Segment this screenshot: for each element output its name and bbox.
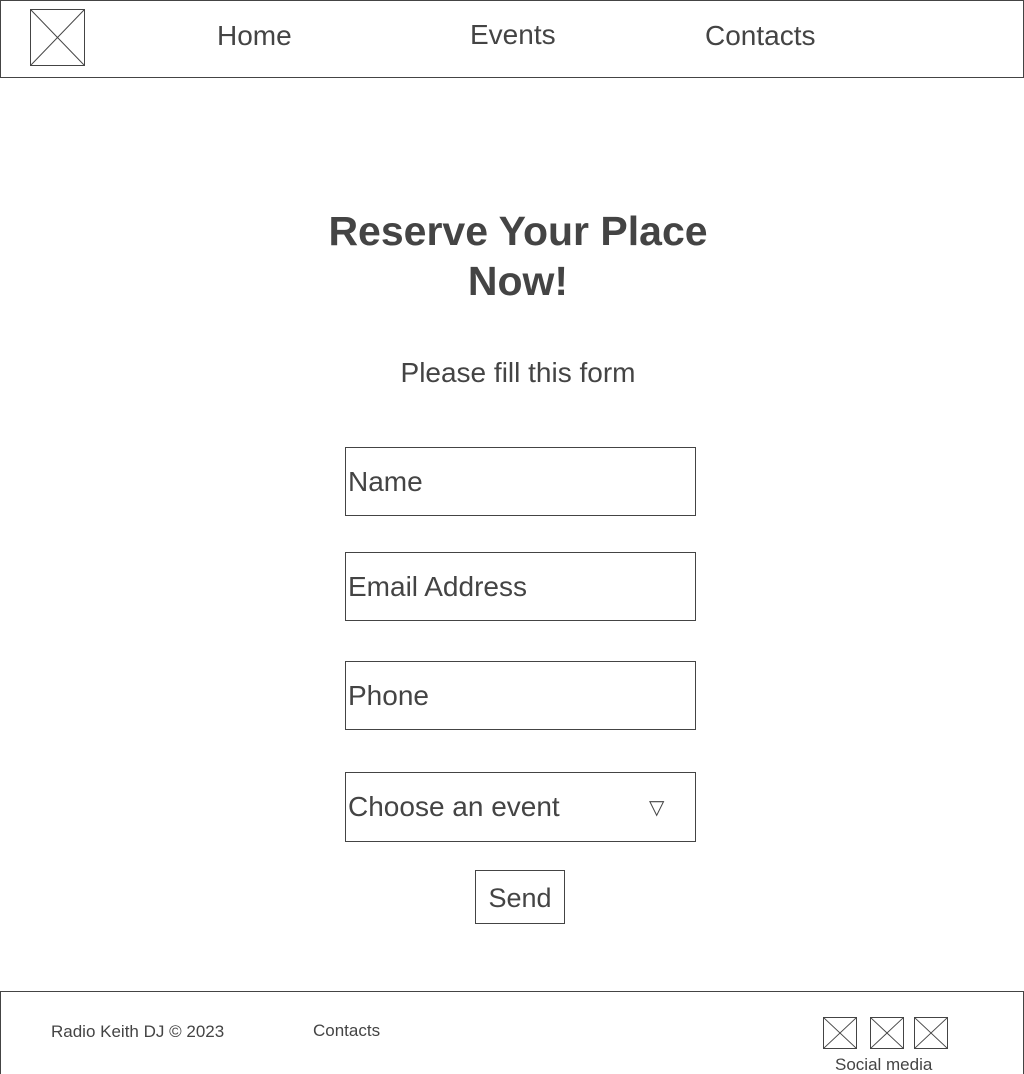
header-bar: Home Events Contacts: [0, 0, 1024, 78]
name-field: [345, 447, 696, 516]
name-input[interactable]: [346, 448, 695, 515]
phone-input[interactable]: [346, 662, 695, 729]
email-field: [345, 552, 696, 621]
email-input[interactable]: [346, 553, 695, 620]
footer-bar: Radio Keith DJ © 2023 Contacts Social me…: [0, 991, 1024, 1074]
social-media-3-icon[interactable]: [914, 1017, 948, 1049]
logo-placeholder-icon[interactable]: [30, 9, 85, 66]
page: Home Events Contacts Reserve Your Place …: [0, 0, 1024, 1074]
dropdown-arrow-icon: ▽: [649, 797, 665, 819]
social-media-1-icon[interactable]: [823, 1017, 857, 1049]
form-subtitle: Please fill this form: [400, 357, 636, 388]
footer-copyright: Radio Keith DJ © 2023: [51, 1022, 225, 1041]
phone-field: [345, 661, 696, 730]
nav-events-link[interactable]: Events: [470, 19, 556, 51]
social-media-label: Social media: [835, 1055, 933, 1074]
page-title-line-1: Reserve Your Place: [328, 208, 708, 254]
event-select-value: Choose an event: [348, 791, 560, 822]
nav-home-link[interactable]: Home: [217, 20, 292, 52]
nav-contacts-link[interactable]: Contacts: [705, 20, 816, 52]
page-title-line-2: Now!: [467, 258, 569, 304]
social-media-2-icon[interactable]: [870, 1017, 904, 1049]
page-title: Reserve Your Place Now!: [268, 206, 768, 306]
footer-contacts-link[interactable]: Contacts: [313, 1021, 380, 1041]
send-button[interactable]: Send: [475, 870, 565, 924]
event-select[interactable]: Choose an event ▽: [345, 772, 696, 842]
